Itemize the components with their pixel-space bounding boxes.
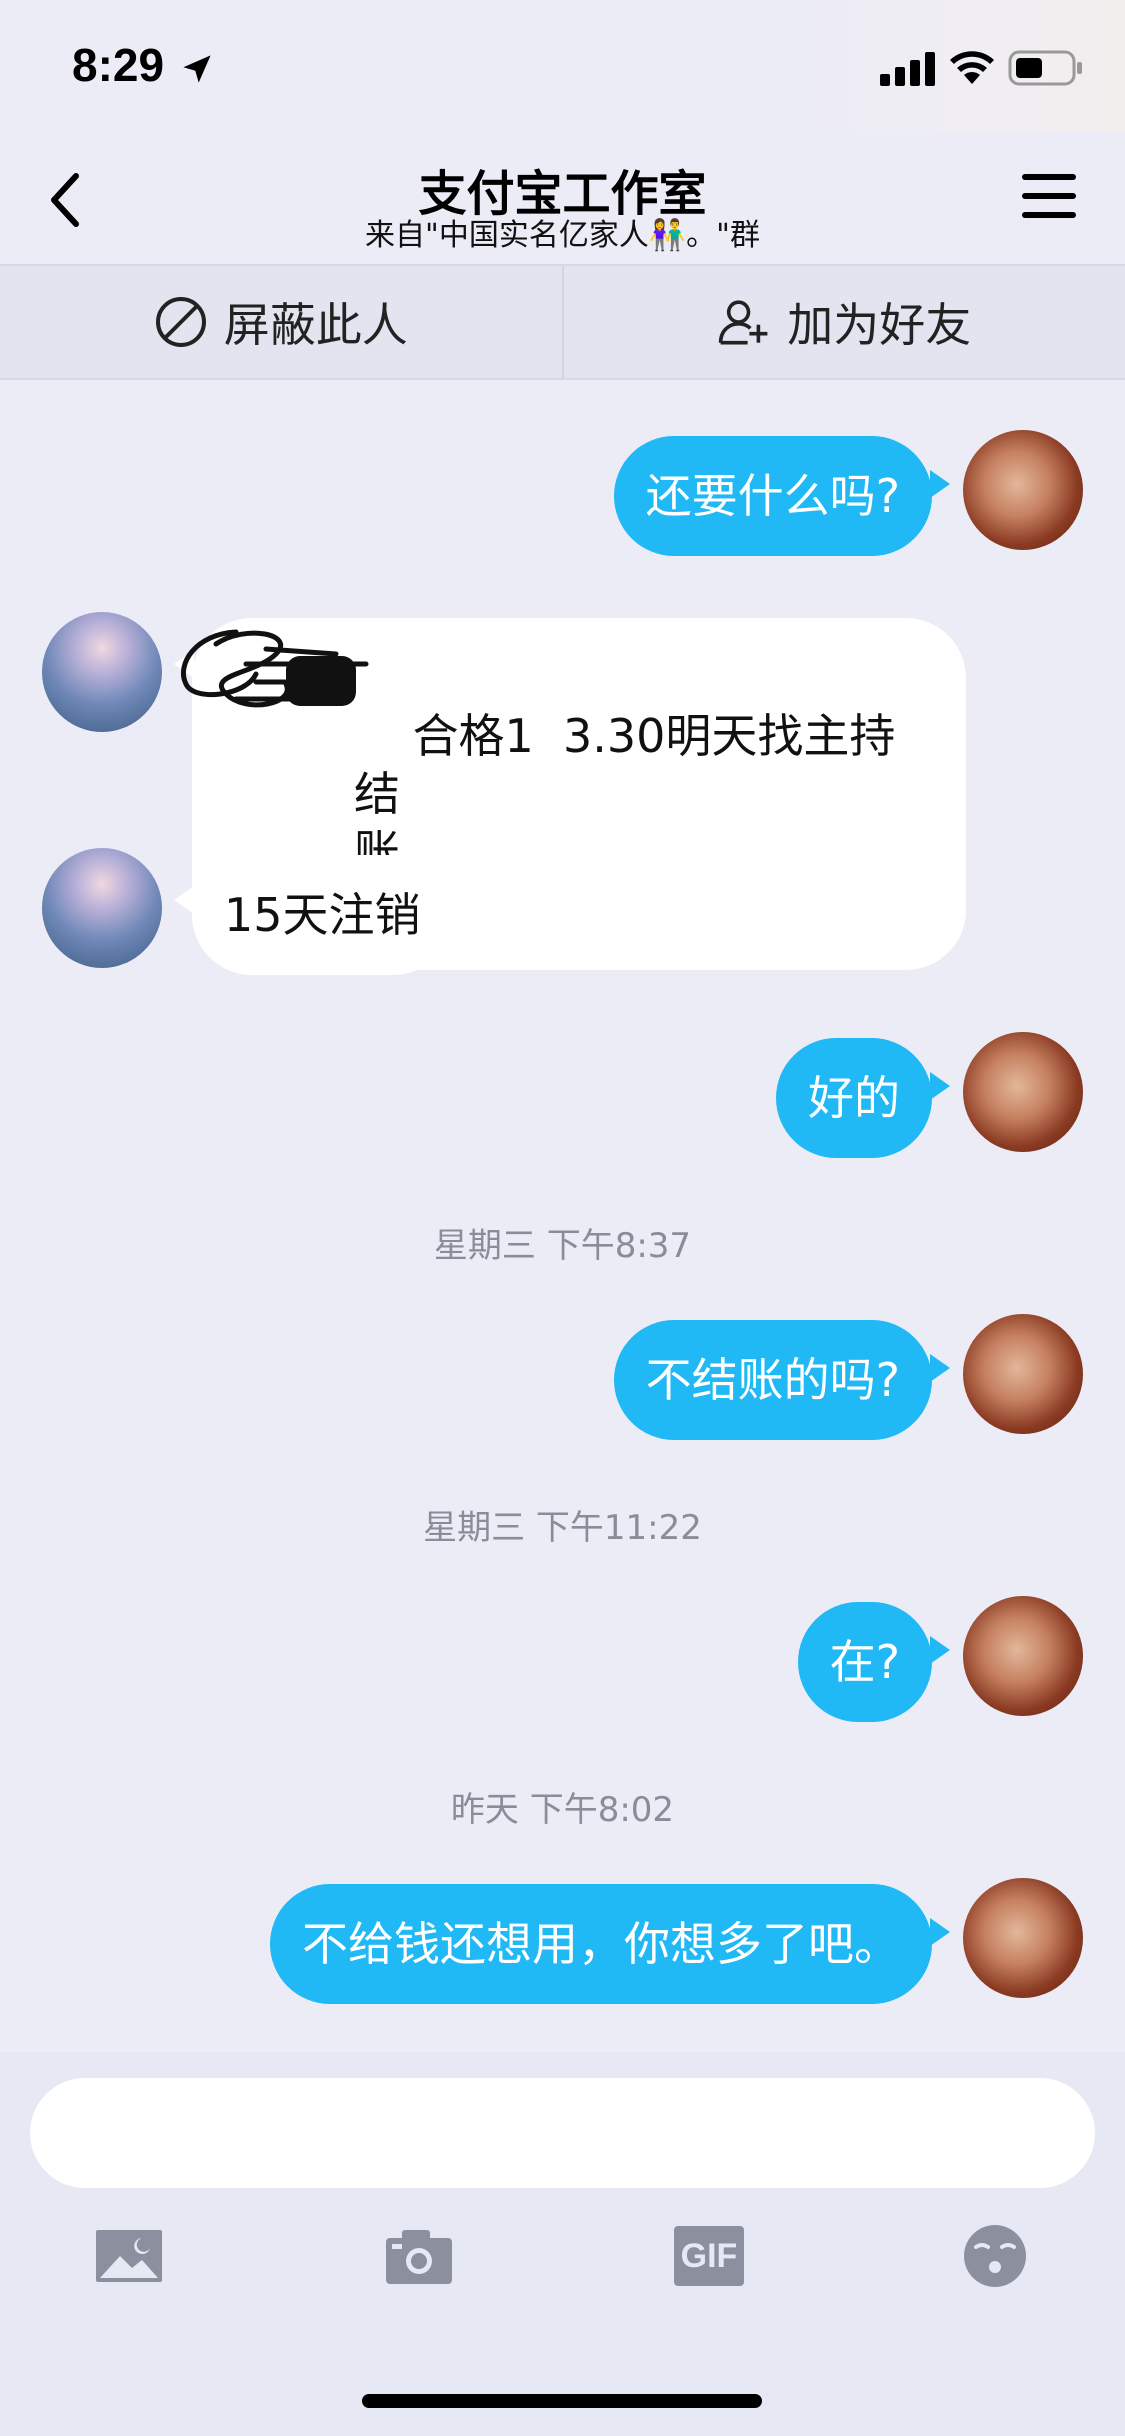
bubble-tail: [174, 886, 194, 914]
outgoing-message[interactable]: 好的: [776, 1038, 932, 1158]
camera-icon[interactable]: [384, 2226, 454, 2286]
incoming-message[interactable]: 15天注销: [192, 855, 453, 975]
bubble-tail: [930, 470, 950, 498]
location-arrow-icon: [183, 55, 211, 83]
block-user-button[interactable]: 屏蔽此人: [0, 266, 562, 378]
composer: [0, 2052, 1125, 2436]
chat-subtitle: 来自"中国实名亿家人👫。"群: [365, 218, 760, 253]
action-bar: 屏蔽此人 加为好友: [0, 264, 1125, 380]
my-avatar[interactable]: [963, 1032, 1083, 1152]
image-icon[interactable]: [94, 2226, 164, 2286]
add-friend-button[interactable]: 加为好友: [561, 266, 1125, 378]
bubble-tail: [930, 1354, 950, 1382]
chat-header: 支付宝工作室 来自"中国实名亿家人👫。"群: [0, 132, 1125, 264]
block-icon: [155, 297, 206, 347]
emoji-icon[interactable]: [962, 2223, 1028, 2289]
menu-icon[interactable]: [1022, 172, 1076, 220]
message-input[interactable]: [30, 2078, 1095, 2188]
block-user-label: 屏蔽此人: [223, 298, 408, 352]
outgoing-message[interactable]: 不给钱还想用，你想多了吧。: [270, 1884, 932, 2004]
message-timestamp: 昨天 下午8:02: [450, 1790, 675, 1830]
outgoing-message[interactable]: 还要什么吗?: [613, 436, 932, 556]
home-indicator[interactable]: [362, 2394, 762, 2408]
battery-icon: [1008, 50, 1082, 86]
my-avatar[interactable]: [963, 1596, 1083, 1716]
wifi-icon: [950, 51, 994, 84]
gif-label: GIF: [680, 2236, 738, 2275]
status-bar: 8:29: [0, 0, 1125, 132]
incoming-message-text: 合格1 3.30明天找主持结 账: [354, 709, 896, 879]
status-time: 8:29: [72, 39, 165, 91]
bubble-tail: [930, 1072, 950, 1100]
redaction-scribble: [181, 629, 369, 708]
outgoing-message[interactable]: 不结账的吗?: [613, 1320, 932, 1440]
cellular-signal-icon: [880, 52, 935, 86]
add-friend-label: 加为好友: [787, 298, 972, 352]
my-avatar[interactable]: [963, 430, 1083, 550]
contact-avatar[interactable]: [42, 612, 162, 732]
bubble-tail: [930, 1636, 950, 1664]
my-avatar[interactable]: [963, 1314, 1083, 1434]
outgoing-message[interactable]: 在?: [797, 1602, 932, 1722]
add-user-icon: [719, 300, 768, 345]
message-timestamp: 星期三 下午8:37: [433, 1226, 692, 1266]
my-avatar[interactable]: [963, 1878, 1083, 1998]
gif-icon[interactable]: GIF: [674, 2226, 744, 2286]
message-timestamp: 星期三 下午11:22: [423, 1508, 702, 1548]
contact-avatar[interactable]: [42, 848, 162, 968]
bubble-tail: [930, 1918, 950, 1946]
